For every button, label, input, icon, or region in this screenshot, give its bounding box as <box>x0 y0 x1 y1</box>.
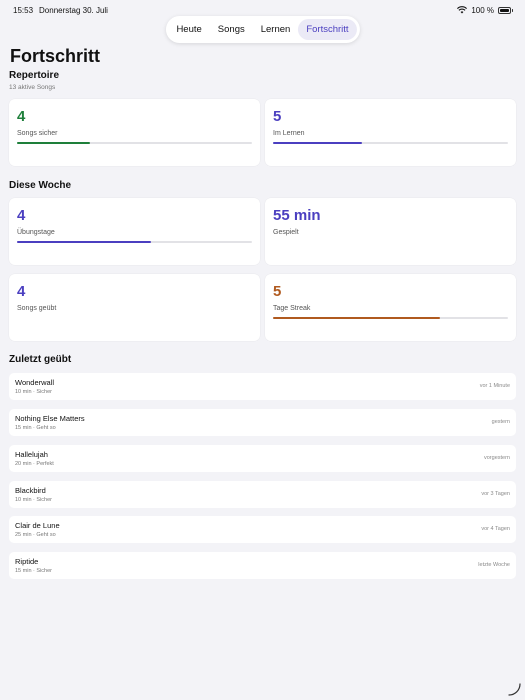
stat-label: Tage Streak <box>273 305 311 312</box>
section-title-zuletzt-geuebt: Zuletzt geübt <box>9 354 72 365</box>
song-meta: 15 min · Sicher <box>15 568 52 574</box>
list-item[interactable]: Clair de Lune 25 min · Geht so vor 4 Tag… <box>9 516 516 543</box>
progress-fill <box>273 317 440 319</box>
list-item[interactable]: Hallelujah 20 min · Perfekt vorgestern <box>9 445 516 472</box>
stat-card-songs-sicher[interactable]: 4 Songs sicher <box>9 99 260 166</box>
battery-icon <box>498 6 513 14</box>
list-item[interactable]: Blackbird 10 min · Sicher vor 3 Tagen <box>9 481 516 508</box>
stat-value: 55 min <box>273 207 321 224</box>
progress-track <box>273 142 508 144</box>
list-item[interactable]: Nothing Else Matters 15 min · Geht so ge… <box>9 409 516 436</box>
stat-value: 4 <box>17 207 26 224</box>
progress-track <box>17 241 252 243</box>
song-title: Blackbird <box>15 486 46 495</box>
status-date: Donnerstag 30. Juli <box>39 5 108 15</box>
segmented-tab-bar: Heute Songs Lernen Fortschritt <box>165 16 360 43</box>
stat-value: 4 <box>17 108 26 125</box>
tab-songs[interactable]: Songs <box>210 19 253 40</box>
progress-fill <box>273 142 363 144</box>
status-left: 15:53 Donnerstag 30. Juli <box>13 6 108 15</box>
status-time: 15:53 <box>13 5 34 15</box>
song-when: gestern <box>491 419 510 425</box>
stat-value: 5 <box>273 108 282 125</box>
stat-label: Songs sicher <box>17 130 58 137</box>
progress-track <box>273 317 508 319</box>
list-item[interactable]: Wonderwall 10 min · Sicher vor 1 Minute <box>9 373 516 400</box>
stat-card-songs-geuebt[interactable]: 4 Songs geübt <box>9 274 260 341</box>
stat-card-gespielt[interactable]: 55 min Gespielt <box>265 198 516 265</box>
list-item[interactable]: Riptide 15 min · Sicher letzte Woche <box>9 552 516 579</box>
stat-label: Übungstage <box>17 229 55 236</box>
song-when: vor 3 Tagen <box>481 491 510 497</box>
section-subtitle-repertoire: 13 aktive Songs <box>9 84 56 91</box>
tab-heute[interactable]: Heute <box>168 19 209 40</box>
tab-lernen[interactable]: Lernen <box>253 19 299 40</box>
song-when: vorgestern <box>484 455 510 461</box>
page-title: Fortschritt <box>10 46 100 66</box>
progress-fill <box>17 241 151 243</box>
tab-fortschritt[interactable]: Fortschritt <box>298 19 357 40</box>
stat-label: Im Lernen <box>273 130 305 137</box>
battery-percent: 100 % <box>471 5 494 15</box>
section-title-diese-woche: Diese Woche <box>9 180 72 191</box>
song-title: Clair de Lune <box>15 521 60 530</box>
stat-card-tage-streak[interactable]: 5 Tage Streak <box>265 274 516 341</box>
song-title: Wonderwall <box>15 378 55 387</box>
song-meta: 10 min · Sicher <box>15 497 52 503</box>
stat-value: 4 <box>17 283 26 300</box>
stat-value: 5 <box>273 283 282 300</box>
song-title: Nothing Else Matters <box>15 414 85 423</box>
stat-card-uebungstage[interactable]: 4 Übungstage <box>9 198 260 265</box>
status-right: 100 % <box>457 5 513 15</box>
section-title-repertoire: Repertoire <box>9 70 60 81</box>
song-title: Riptide <box>15 557 39 566</box>
progress-fill <box>17 142 90 144</box>
song-title: Hallelujah <box>15 450 48 459</box>
song-meta: 25 min · Geht so <box>15 532 56 538</box>
song-when: vor 1 Minute <box>479 383 510 389</box>
progress-track <box>17 142 252 144</box>
stat-label: Songs geübt <box>17 305 57 312</box>
resize-handle-icon <box>508 683 521 696</box>
song-when: vor 4 Tagen <box>481 526 510 532</box>
song-meta: 10 min · Sicher <box>15 389 52 395</box>
stat-card-im-lernen[interactable]: 5 Im Lernen <box>265 99 516 166</box>
song-meta: 20 min · Perfekt <box>15 461 54 467</box>
status-bar: 15:53 Donnerstag 30. Juli 100 % <box>13 4 513 16</box>
wifi-icon <box>457 6 468 14</box>
stat-label: Gespielt <box>273 229 299 236</box>
song-meta: 15 min · Geht so <box>15 425 56 431</box>
song-when: letzte Woche <box>478 562 510 568</box>
